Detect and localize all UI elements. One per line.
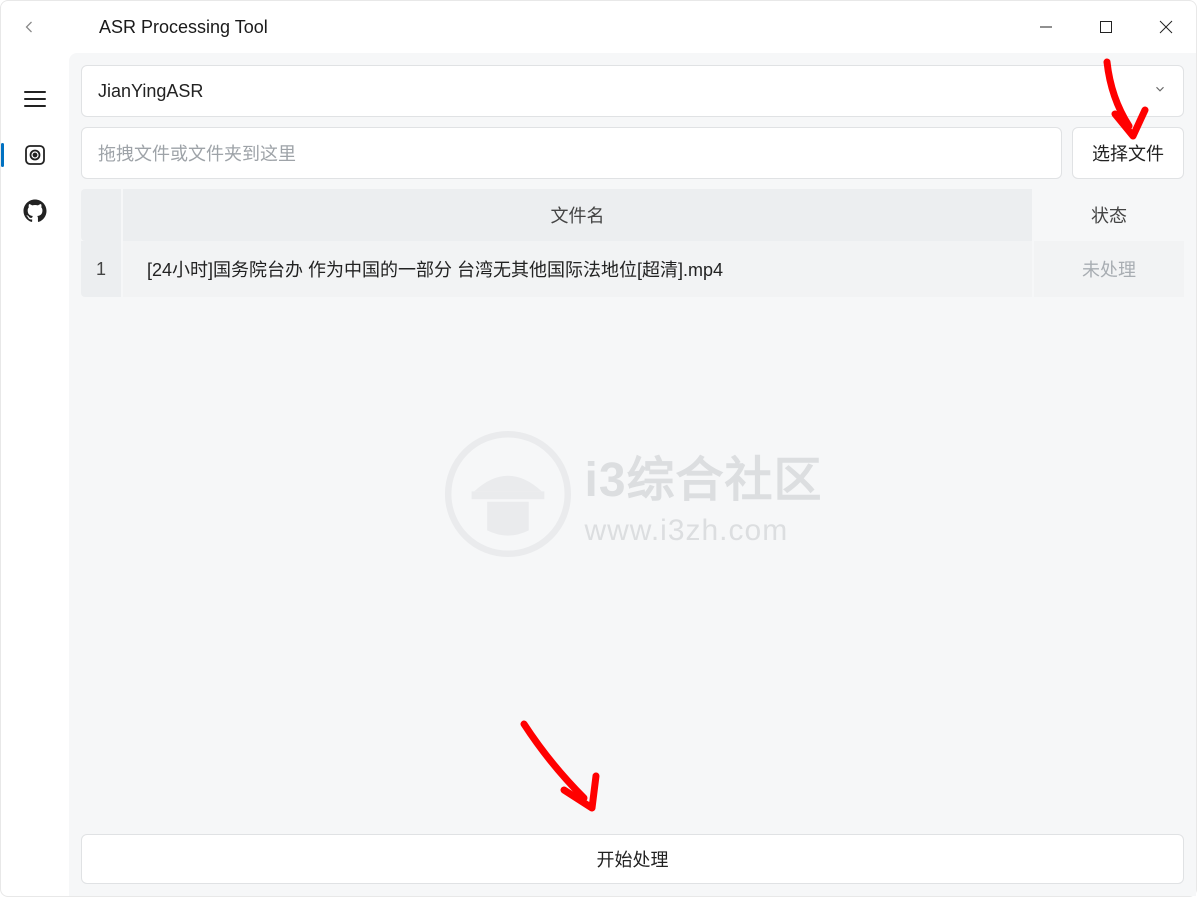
chevron-down-icon	[1153, 82, 1167, 101]
table-row[interactable]: 1 [24小时]国务院台办 作为中国的一部分 台湾无其他国际法地位[超清].mp…	[81, 241, 1184, 297]
row-filename: [24小时]国务院台办 作为中国的一部分 台湾无其他国际法地位[超清].mp4	[123, 241, 1032, 297]
sidebar-item-process[interactable]	[19, 139, 51, 171]
row-status: 未处理	[1034, 241, 1184, 297]
watermark-logo-icon	[442, 429, 572, 559]
file-table: 文件名 状态 1 [24小时]国务院台办 作为中国的一部分 台湾无其他国际法地位…	[81, 189, 1184, 824]
close-icon	[1159, 20, 1173, 34]
sidebar-menu-toggle[interactable]	[19, 83, 51, 115]
file-input-row: 拖拽文件或文件夹到这里 选择文件	[81, 127, 1184, 179]
minimize-icon	[1039, 20, 1053, 34]
maximize-icon	[1099, 20, 1113, 34]
sidebar-item-github[interactable]	[19, 195, 51, 227]
watermark-line1: i3综合社区	[584, 440, 822, 510]
header-filename: 文件名	[123, 189, 1032, 241]
back-button[interactable]	[19, 17, 55, 37]
row-index: 1	[81, 241, 121, 297]
engine-select[interactable]: JianYingASR	[81, 65, 1184, 117]
minimize-button[interactable]	[1016, 1, 1076, 53]
browse-button[interactable]: 选择文件	[1072, 127, 1184, 179]
app-window: ASR Processing Tool Ji	[0, 0, 1197, 897]
square-target-icon	[23, 143, 47, 167]
arrow-left-icon	[19, 17, 39, 37]
window-body: JianYingASR 拖拽文件或文件夹到这里 选择文件 文件名 状态 1 [2…	[1, 53, 1196, 896]
header-status: 状态	[1034, 189, 1184, 241]
engine-select-value: JianYingASR	[98, 81, 1153, 102]
table-header: 文件名 状态	[81, 189, 1184, 241]
main-panel: JianYingASR 拖拽文件或文件夹到这里 选择文件 文件名 状态 1 [2…	[69, 53, 1196, 896]
header-index	[81, 189, 121, 241]
file-dropzone[interactable]: 拖拽文件或文件夹到这里	[81, 127, 1062, 179]
hamburger-icon	[24, 91, 46, 107]
watermark: i3综合社区 www.i3zh.com	[442, 429, 822, 559]
sidebar	[1, 53, 69, 896]
process-button[interactable]: 开始处理	[81, 834, 1184, 884]
window-title: ASR Processing Tool	[55, 17, 268, 38]
maximize-button[interactable]	[1076, 1, 1136, 53]
watermark-line2: www.i3zh.com	[584, 514, 788, 548]
github-icon	[23, 199, 47, 223]
close-button[interactable]	[1136, 1, 1196, 53]
title-bar: ASR Processing Tool	[1, 1, 1196, 53]
